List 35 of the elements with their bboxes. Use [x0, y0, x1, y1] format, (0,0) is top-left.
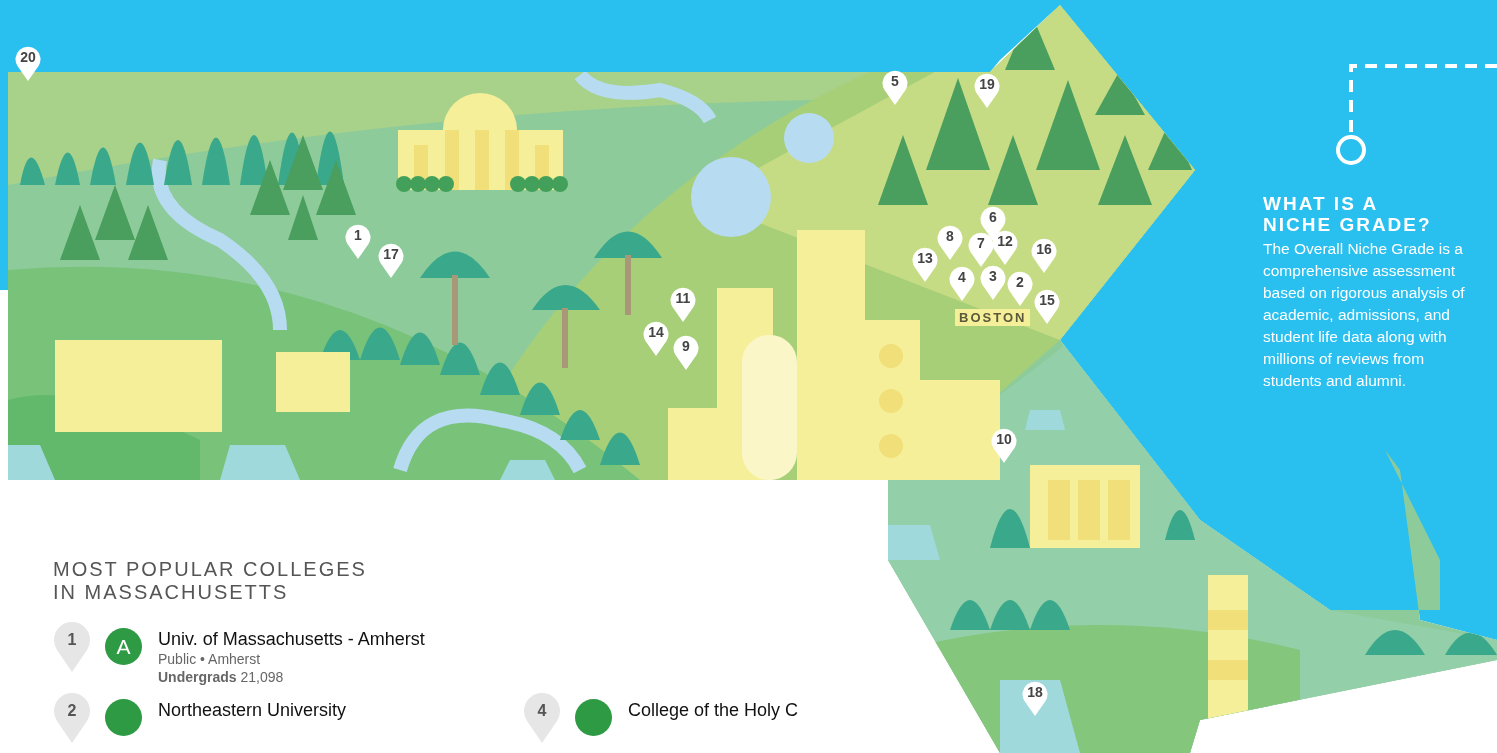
map-pin[interactable]: 8	[937, 224, 963, 260]
rank-pin: 2	[53, 691, 91, 743]
dashed-connector-icon	[1335, 62, 1497, 166]
undergrads-count: Undergrads 21,098	[158, 668, 285, 687]
map-pin[interactable]: 7	[968, 231, 994, 267]
rank-pin: 4	[523, 691, 561, 743]
map-pin[interactable]: 14	[643, 320, 669, 356]
map-pin[interactable]: 18	[1022, 680, 1048, 716]
map-pin[interactable]: 16	[1031, 237, 1057, 273]
grade-badge: A	[105, 628, 142, 665]
map-pin[interactable]: 1	[345, 223, 371, 259]
grade-badge	[575, 699, 612, 736]
list-title: MOST POPULAR COLLEGES IN MASSACHUSETTS	[53, 558, 368, 604]
rank-pin: 1	[53, 620, 91, 672]
map-pin[interactable]: 3	[980, 264, 1006, 300]
college-name-link[interactable]: Northeastern University	[158, 699, 347, 721]
map-pin[interactable]: 20	[15, 45, 41, 81]
info-title: WHAT IS A NICHE GRADE?	[1263, 193, 1433, 235]
map-pin[interactable]: 2	[1007, 270, 1033, 306]
college-name-link[interactable]: College of the Holy C	[628, 699, 799, 721]
college-name-link[interactable]: Univ. of Massachusetts - Amherst	[158, 628, 425, 650]
college-meta: Public • Amherst	[158, 650, 262, 668]
map-pin[interactable]: 17	[378, 242, 404, 278]
map-pin[interactable]: 9	[673, 334, 699, 370]
map-pin[interactable]: 11	[670, 286, 696, 322]
map-pin[interactable]: 13	[912, 246, 938, 282]
map-pin[interactable]: 12	[992, 229, 1018, 265]
map-pin[interactable]: 4	[949, 265, 975, 301]
map-pin[interactable]: 19	[974, 72, 1000, 108]
grade-badge	[105, 699, 142, 736]
map-pin[interactable]: 5	[882, 69, 908, 105]
info-text: The Overall Niche Grade is a comprehensive assessment based on rigorous analysis of academic, admissions, and student life data along with millions of reviews from students and alumni.	[1263, 239, 1466, 391]
map-pin[interactable]: 15	[1034, 288, 1060, 324]
map-pin[interactable]: 10	[991, 427, 1017, 463]
city-label: BOSTON	[955, 309, 1031, 326]
